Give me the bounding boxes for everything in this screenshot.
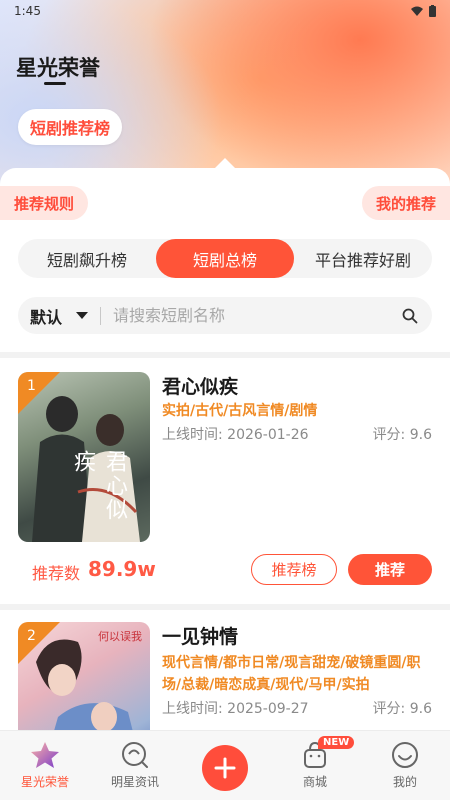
poster-title: 何以误我 — [98, 630, 142, 643]
tab-label: 我的 — [392, 775, 417, 789]
drama-tags: 实拍/古代/古风言情/剧情 — [162, 403, 318, 419]
title-underline — [44, 82, 66, 85]
tab-overall[interactable]: 短剧总榜 — [156, 239, 294, 278]
recommend-count-value: 89.9w — [88, 557, 156, 581]
tab-news[interactable]: 明星资讯 — [90, 731, 180, 800]
tab-label: 星光荣誉 — [20, 775, 69, 789]
rank-badge — [18, 622, 60, 664]
recommend-count-label: 推荐数 — [32, 564, 81, 583]
drama-release-date: 上线时间: 2025-09-27 — [162, 701, 309, 717]
search-bar: 默认 — [18, 297, 432, 334]
sort-label: 默认 — [30, 307, 63, 327]
news-icon — [122, 742, 148, 768]
tab-create[interactable] — [180, 731, 270, 800]
sort-dropdown[interactable]: 默认 — [30, 304, 89, 328]
drama-poster[interactable]: 何以误我 2 — [18, 622, 150, 730]
new-badge: NEW — [318, 736, 355, 749]
search-icon[interactable] — [402, 308, 418, 324]
drama-score: 评分: 9.6 — [372, 701, 432, 717]
status-bar: 1:45 — [0, 0, 450, 22]
rank-badge — [18, 372, 60, 414]
tab-platform[interactable]: 平台推荐好剧 — [294, 239, 432, 278]
plus-button[interactable] — [202, 745, 248, 791]
star-icon — [31, 742, 59, 768]
tab-label: 商城 — [302, 775, 327, 789]
tab-profile[interactable]: 我的 — [360, 731, 450, 800]
plus-icon — [214, 757, 236, 779]
sheet-notch — [214, 158, 236, 169]
tab-rising[interactable]: 短剧飙升榜 — [18, 239, 156, 278]
rules-button[interactable]: 推荐规则 — [0, 186, 89, 220]
drama-card[interactable]: 君心似疾 1 君心似疾 实拍/古代/古风言情/剧情 上线时间: 2026-01-… — [0, 358, 450, 604]
rank-number: 2 — [27, 628, 36, 644]
my-recommend-button[interactable]: 我的推荐 — [361, 186, 450, 220]
ranking-tabs: 短剧飙升榜 短剧总榜 平台推荐好剧 — [18, 239, 432, 278]
wifi-icon — [411, 6, 423, 16]
drama-score: 评分: 9.6 — [372, 427, 432, 443]
drama-card[interactable]: 何以误我 2 一见钟情 现代言情/都市日常/现言甜宠/破镜重圆/职场/总裁/暗恋… — [0, 610, 450, 730]
ranking-pill[interactable]: 短剧推荐榜 — [18, 109, 123, 145]
recommend-button[interactable]: 推荐 — [348, 554, 432, 585]
tab-label: 明星资讯 — [110, 775, 159, 789]
drama-poster[interactable]: 君心似疾 1 — [18, 372, 150, 542]
page-title: 星光荣誉 — [16, 56, 100, 80]
drama-title[interactable]: 一见钟情 — [162, 622, 238, 649]
face-icon — [392, 742, 418, 768]
drama-release-date: 上线时间: 2026-01-26 — [162, 427, 309, 443]
status-time: 1:45 — [14, 4, 41, 18]
tab-honor[interactable]: 星光荣誉 — [0, 731, 90, 800]
bottom-tab-bar: 星光荣誉 明星资讯 NEW 商城 我的 — [0, 730, 450, 800]
ranking-button[interactable]: 推荐榜 — [251, 554, 337, 585]
drama-title[interactable]: 君心似疾 — [162, 372, 238, 399]
search-divider — [100, 306, 102, 325]
search-input[interactable] — [113, 306, 402, 325]
tab-mall[interactable]: NEW 商城 — [270, 731, 360, 800]
battery-icon — [429, 5, 436, 17]
drama-tags: 现代言情/都市日常/现言甜宠/破镜重圆/职场/总裁/暗恋成真/现代/马甲/实拍 — [162, 655, 421, 693]
caret-down-icon — [76, 312, 89, 319]
rank-number: 1 — [27, 378, 36, 394]
poster-title: 君心似疾 — [70, 450, 127, 522]
